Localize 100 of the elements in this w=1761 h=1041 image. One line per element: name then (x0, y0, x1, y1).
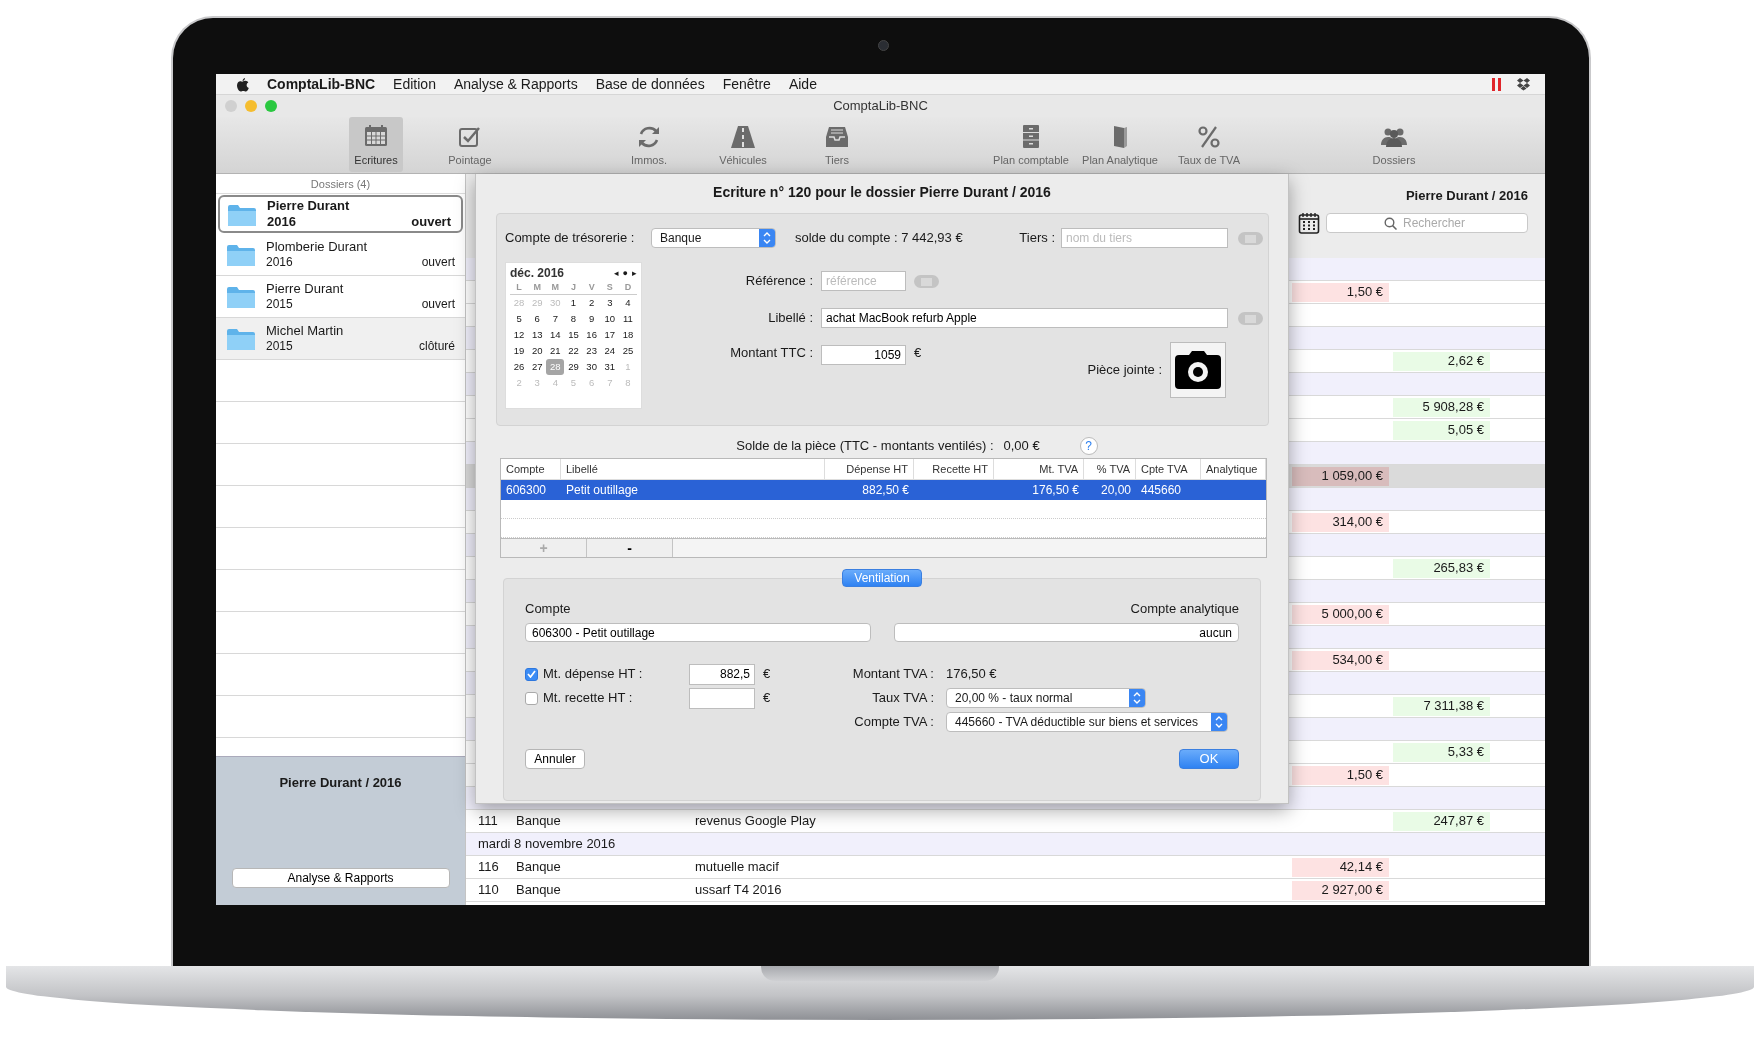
calendar-day[interactable]: 20 (528, 343, 547, 360)
calendar-day[interactable]: 22 (564, 343, 583, 360)
table-cell-text: 882,50 € (861, 482, 910, 498)
vat-rate-popup[interactable]: 20,00 % - taux normal (946, 688, 1146, 708)
toolbar-button[interactable]: Dossiers (1352, 117, 1436, 172)
table-cell-text: 20,00 (1099, 482, 1132, 498)
description-field[interactable]: achat MacBook refurb Apple (821, 308, 1228, 328)
checkbox[interactable] (525, 667, 538, 681)
calendar-day[interactable]: 7 (546, 311, 565, 328)
remove-button[interactable]: - (587, 539, 673, 557)
entry-row[interactable]: 110 Banque ussarf T4 2016 2 927,00 € (466, 879, 1545, 902)
calendar-day[interactable]: 6 (528, 311, 547, 328)
list-button[interactable] (1238, 311, 1263, 325)
vat-account-label: Compte TVA : (853, 714, 934, 730)
entry-account: Banque (516, 813, 562, 829)
calendar-day[interactable]: 21 (546, 343, 565, 360)
attachment-well[interactable] (1170, 342, 1226, 398)
close-button[interactable] (225, 100, 237, 112)
toolbar-button[interactable]: Ecritures (349, 117, 403, 172)
calendar-day[interactable]: 18 (618, 327, 637, 344)
calendar-day[interactable]: 14 (546, 327, 565, 344)
calendar-day[interactable]: 8 (564, 311, 583, 328)
sheet-title: Ecriture n° 120 pour le dossier Pierre Durant / 2016 (712, 184, 1052, 202)
search-field[interactable]: Rechercher (1326, 212, 1528, 233)
calendar-day[interactable]: 1 (564, 295, 583, 312)
income-label: Mt. recette HT : (543, 690, 634, 706)
third-party-field[interactable]: nom du tiers (1061, 228, 1228, 248)
calendar-day[interactable]: 4 (618, 295, 637, 312)
date-picker[interactable]: déc. 2016 ◂ ● ▸ L M M J V S D 28 29 30 1 2 3 4 5 6 7 8 9 10 11 12 13 14 15 16 17 18 19 20 21 22 23 24 25 26 27 28 29 30 31 1 2 3 4 5 6 7 8 (505, 262, 642, 409)
expense-field[interactable]: 882,5 (689, 663, 755, 685)
calendar-day[interactable]: 24 (600, 343, 619, 360)
help-button[interactable]: ? (1079, 437, 1098, 455)
calendar-day[interactable]: 5 (510, 311, 529, 328)
calendar-day[interactable]: 11 (618, 311, 637, 328)
vat-account-popup[interactable]: 445660 - TVA déductible sur biens et services (946, 712, 1228, 732)
entry-row[interactable]: 116 Banque mutuelle macif 42,14 € (466, 856, 1545, 879)
calendar-day[interactable]: 12 (510, 327, 529, 344)
list-button[interactable] (1238, 231, 1263, 245)
calendar-day[interactable]: 10 (600, 311, 619, 328)
calendar-day[interactable]: 31 (600, 359, 619, 376)
calendar-day[interactable]: 27 (528, 359, 547, 376)
calendar-day[interactable]: 9 (582, 311, 601, 328)
calendar-day[interactable]: 30 (582, 359, 601, 376)
toolbar-button[interactable]: Pointage (428, 117, 512, 172)
calendar-day[interactable]: 29 (564, 359, 583, 376)
weekday-label: S (600, 280, 619, 296)
reference-field[interactable]: référence (821, 271, 906, 291)
pause-icon[interactable] (1491, 76, 1502, 92)
calendar-nav-button[interactable]: ◂ (613, 267, 619, 279)
entry-account: Banque (516, 859, 562, 875)
income-amount: 5,05 € (1393, 420, 1490, 440)
calendar-day[interactable]: 3 (600, 295, 619, 312)
treasury-popup[interactable]: Banque (651, 228, 776, 248)
menu-item[interactable]: Fenêtre (722, 75, 771, 93)
toolbar-button[interactable]: Tiers (795, 117, 879, 172)
folder-year: 2016 (267, 214, 296, 231)
calendar-day[interactable]: 17 (600, 327, 619, 344)
folder-item[interactable]: Michel Martin 2015 clôturé (216, 318, 465, 360)
calendar-nav-button[interactable]: ● (622, 267, 628, 279)
apple-icon[interactable] (236, 76, 249, 92)
analytic-field[interactable]: aucun (894, 623, 1239, 642)
toolbar-button[interactable]: Immos. (607, 117, 691, 172)
reports-button[interactable]: Analyse & Rapports (231, 868, 450, 888)
menu-item[interactable]: Analyse & Rapports (453, 75, 578, 93)
calendar-day[interactable]: 25 (618, 343, 637, 360)
calendar-day[interactable]: 2 (582, 295, 601, 312)
expense-amount: 1,50 € (1292, 282, 1389, 302)
entry-label: revenus Google Play (695, 813, 817, 829)
toolbar-button[interactable]: Véhicules (701, 117, 785, 172)
vat-amount-value: 176,50 € (946, 666, 997, 682)
cancel-button[interactable]: Annuler (525, 749, 585, 769)
table-row[interactable]: 606300 Petit outillage 882,50 € 176,50 € 20,00 445660 (501, 480, 1266, 500)
zoom-button[interactable] (265, 100, 277, 112)
calendar-day[interactable]: 15 (564, 327, 583, 344)
app-menu[interactable]: ComptaLib-BNC (267, 75, 376, 93)
income-field[interactable] (689, 687, 755, 709)
amount-field[interactable]: 1059 (821, 345, 906, 365)
diamonds-icon[interactable] (1516, 77, 1531, 91)
calendar-day[interactable]: 16 (582, 327, 601, 344)
sidebar-header: Dossiers (4) (216, 174, 465, 194)
calendar-day[interactable]: 23 (582, 343, 601, 360)
calendar-day[interactable]: 13 (528, 327, 547, 344)
income-amount: 5,33 € (1393, 742, 1490, 762)
menu-item[interactable]: Edition (393, 75, 436, 93)
checkbox[interactable] (525, 691, 538, 705)
calendar-day[interactable]: 26 (510, 359, 529, 376)
toolbar-button[interactable]: Plan comptable (989, 117, 1073, 172)
toolbar-button[interactable]: Taux de TVA (1167, 117, 1251, 172)
toolbar-button[interactable]: Plan Analytique (1078, 117, 1162, 172)
calendar-nav-button[interactable]: ▸ (632, 267, 637, 279)
calendar-icon[interactable] (1298, 211, 1320, 234)
calendar-day[interactable]: 19 (510, 343, 529, 360)
menu-item[interactable]: Aide (788, 75, 817, 93)
folder-item[interactable]: Pierre Durant 2016 ouvert (218, 195, 463, 233)
income-amount: 247,87 € (1393, 811, 1490, 831)
account-field[interactable]: 606300 - Petit outillage (525, 623, 871, 642)
folder-item[interactable]: Plomberie Durant 2016 ouvert (216, 234, 465, 276)
list-button[interactable] (914, 274, 939, 288)
minimize-button[interactable] (245, 100, 257, 112)
menu-item[interactable]: Base de données (595, 75, 705, 93)
